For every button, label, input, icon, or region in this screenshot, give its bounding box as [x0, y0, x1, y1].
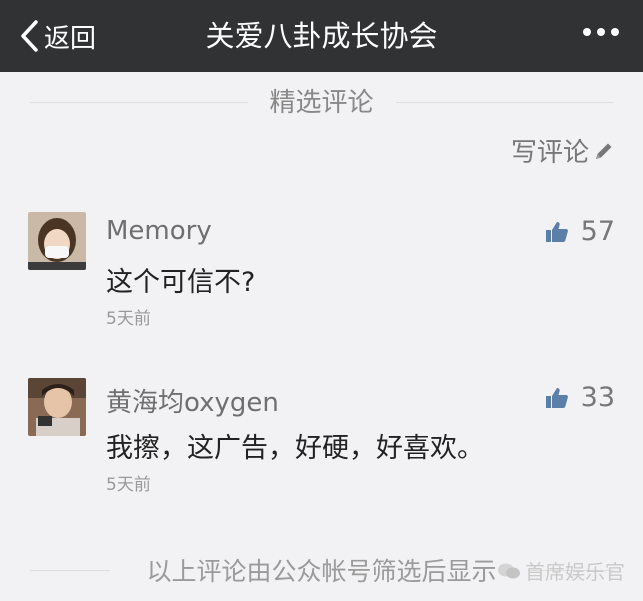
avatar[interactable] — [28, 212, 86, 270]
section-title: 精选评论 — [269, 88, 374, 118]
watermark-text: 首席娱乐官 — [525, 560, 625, 584]
avatar-image — [28, 378, 86, 436]
like-count: 57 — [580, 216, 615, 247]
wechat-logo-icon — [498, 563, 520, 578]
comment-text: 这个可信不? — [106, 267, 256, 298]
more-menu-button[interactable] — [583, 28, 619, 36]
pencil-icon — [596, 143, 612, 159]
comment-author[interactable]: 黄海均oxygen — [106, 382, 279, 419]
more-dot-icon — [611, 28, 619, 36]
thumbs-up-icon — [545, 221, 568, 242]
page-title: 关爱八卦成长协会 — [205, 19, 438, 53]
write-comment-label: 写评论 — [510, 138, 589, 168]
like-button[interactable]: 33 — [545, 382, 615, 413]
comment-text: 我擦，这广告，好硬，好喜欢。 — [106, 433, 484, 464]
avatar-image — [28, 212, 86, 270]
navbar: 返回 关爱八卦成长协会 — [0, 0, 643, 72]
comment-author[interactable]: Memory — [106, 216, 212, 246]
comment-time: 5天前 — [106, 475, 151, 495]
more-dot-icon — [597, 28, 605, 36]
more-dot-icon — [583, 28, 591, 36]
comment-time: 5天前 — [106, 309, 151, 329]
thumbs-up-icon — [545, 387, 568, 408]
section-header: 精选评论 — [0, 72, 643, 130]
like-count: 33 — [580, 382, 615, 413]
comment-item: Memory 57 这个可信不? 5天前 — [0, 210, 643, 330]
write-comment-button[interactable]: 写评论 — [511, 132, 615, 169]
divider — [396, 102, 614, 103]
watermark: 首席娱乐官 — [497, 556, 625, 585]
avatar[interactable] — [28, 378, 86, 436]
like-button[interactable]: 57 — [545, 216, 615, 247]
comment-item: 黄海均oxygen 33 我擦，这广告，好硬，好喜欢。 5天前 — [0, 376, 643, 496]
